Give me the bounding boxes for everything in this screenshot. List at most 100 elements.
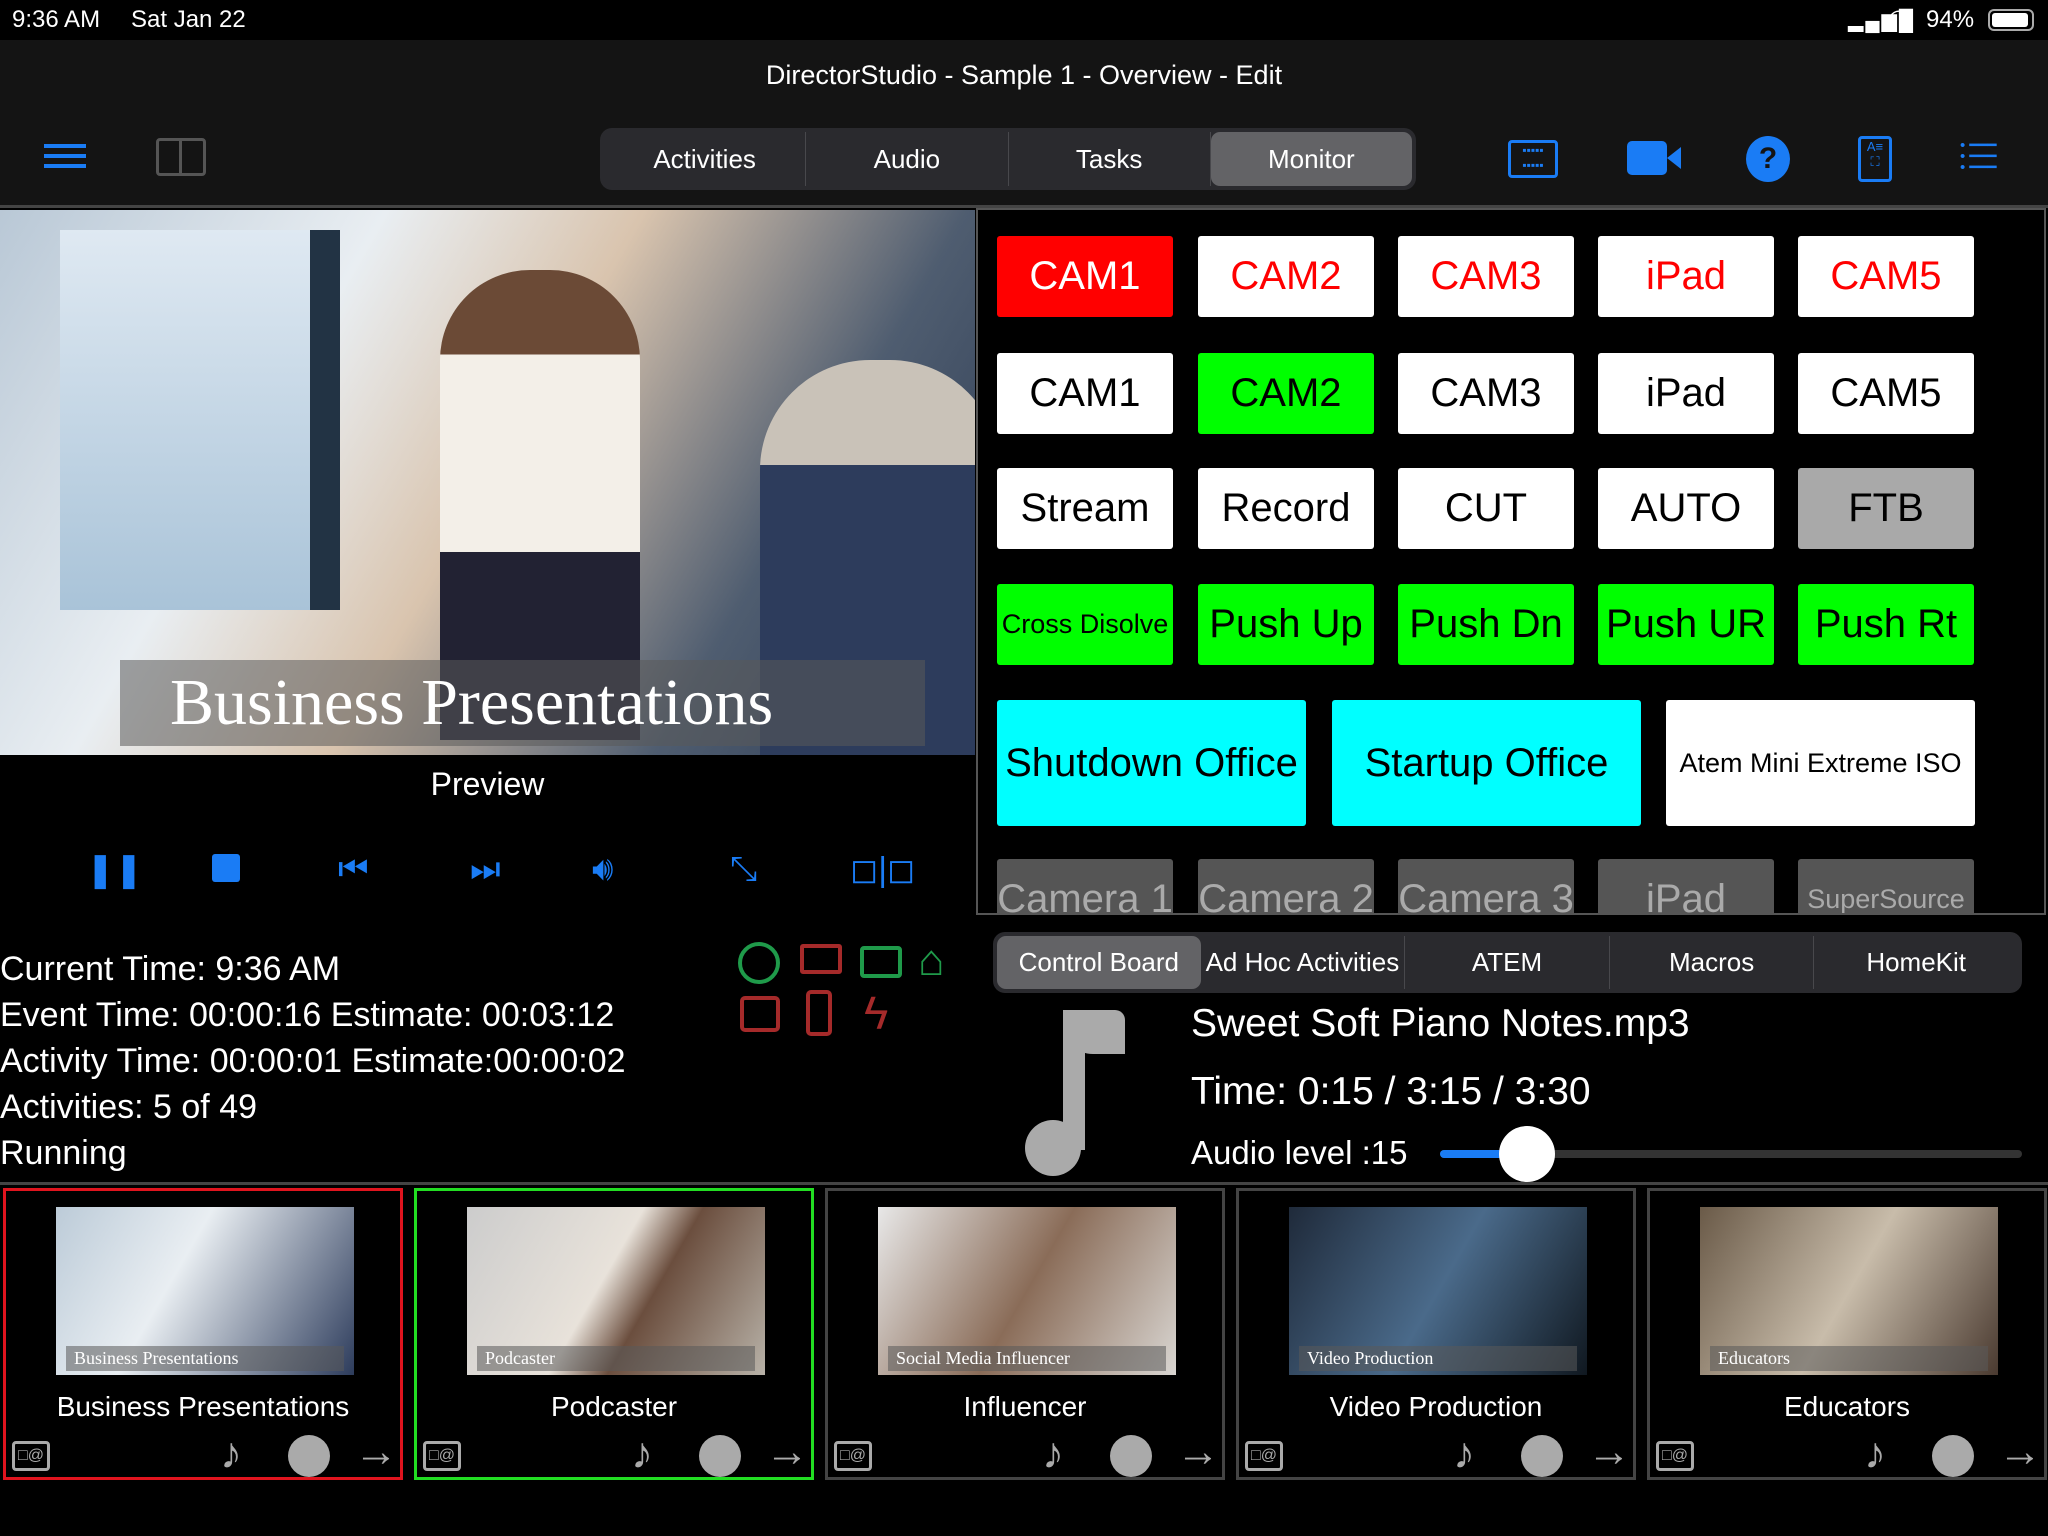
- airplay-icon[interactable]: □@: [1656, 1441, 1694, 1471]
- control-button-startup-office[interactable]: Startup Office: [1332, 700, 1641, 826]
- control-button-camera-3[interactable]: Camera 3: [1398, 859, 1574, 913]
- control-button-shutdown-office[interactable]: Shutdown Office: [997, 700, 1306, 826]
- tab-tasks[interactable]: Tasks: [1009, 132, 1211, 186]
- airplay-icon[interactable]: □@: [12, 1441, 50, 1471]
- hamburger-menu-icon[interactable]: [44, 144, 86, 168]
- split-view-icon[interactable]: [156, 138, 206, 176]
- subtab-ad-hoc-activities[interactable]: Ad Hoc Activities: [1201, 936, 1406, 989]
- activity-time: Activity Time: 00:00:01 Estimate:00:00:0…: [0, 1042, 626, 1080]
- control-button-cam1[interactable]: CAM1: [997, 353, 1173, 434]
- skip-forward-icon[interactable]: ⏭: [470, 850, 501, 889]
- airplay-icon[interactable]: □@: [423, 1441, 461, 1471]
- audio-level-label: Audio level :15: [1191, 1134, 1408, 1171]
- control-button-cam2[interactable]: CAM2: [1198, 236, 1374, 317]
- control-button-push-rt[interactable]: Push Rt: [1798, 584, 1974, 665]
- music-note-icon[interactable]: ♪: [220, 1429, 242, 1479]
- slider-knob[interactable]: [1499, 1126, 1556, 1182]
- timer-icon[interactable]: [1932, 1435, 1974, 1477]
- pause-icon[interactable]: ❚❚: [86, 850, 143, 890]
- remote-icon[interactable]: [806, 990, 832, 1036]
- next-arrow-icon[interactable]: →: [765, 1427, 809, 1477]
- skip-back-icon[interactable]: ⏮: [338, 850, 369, 889]
- control-button-stream[interactable]: Stream: [997, 468, 1173, 549]
- control-button-camera-1[interactable]: Camera 1: [997, 859, 1173, 913]
- presentation-screen: [60, 230, 340, 610]
- activity-name: Educators: [1783, 1391, 1911, 1422]
- next-arrow-icon[interactable]: →: [1587, 1427, 1631, 1477]
- music-note-icon[interactable]: ♪: [631, 1429, 653, 1479]
- control-button-cam5[interactable]: CAM5: [1798, 353, 1974, 434]
- control-button-camera-2[interactable]: Camera 2: [1198, 859, 1374, 913]
- airplay-icon[interactable]: □@: [1245, 1441, 1283, 1471]
- control-button-atem-mini-extreme-iso[interactable]: Atem Mini Extreme ISO: [1666, 700, 1975, 826]
- activity-card[interactable]: Video Production Video Production □@ ♪ →: [1236, 1188, 1636, 1480]
- control-button-cut[interactable]: CUT: [1398, 468, 1574, 549]
- control-button-record[interactable]: Record: [1198, 468, 1374, 549]
- subtab-homekit[interactable]: HomeKit: [1814, 936, 2018, 989]
- status-time: 9:36 AM: [12, 6, 101, 33]
- activity-name: Business Presentations: [56, 1391, 350, 1422]
- subtab-atem[interactable]: ATEM: [1405, 936, 1610, 989]
- music-note-icon[interactable]: ♪: [1453, 1429, 1475, 1479]
- thumbnail-caption: Business Presentations: [66, 1346, 344, 1371]
- atem-icon[interactable]: [740, 996, 780, 1032]
- music-note-icon[interactable]: ♪: [1042, 1429, 1064, 1479]
- list-icon[interactable]: • ━━━ • ━━━ • ━━━: [1960, 138, 2004, 175]
- run-state: Running: [0, 1134, 127, 1172]
- monitor-icon[interactable]: [800, 944, 842, 974]
- globe-icon[interactable]: [738, 942, 780, 984]
- activity-card[interactable]: Social Media Influencer Influencer □@ ♪ →: [825, 1188, 1225, 1480]
- control-button-push-dn[interactable]: Push Dn: [1398, 584, 1574, 665]
- keyboard-icon[interactable]: ▪▪▪▪▪ ▪▪▪▪▪: [1508, 140, 1558, 178]
- tab-activities[interactable]: Activities: [604, 132, 807, 186]
- tab-monitor[interactable]: Monitor: [1210, 132, 1412, 186]
- control-button-auto[interactable]: AUTO: [1598, 468, 1774, 549]
- control-button-cam3[interactable]: CAM3: [1398, 236, 1574, 317]
- divider: [0, 1182, 2048, 1185]
- next-arrow-icon[interactable]: →: [1176, 1427, 1220, 1477]
- subtab-macros[interactable]: Macros: [1610, 936, 1815, 989]
- control-button-supersource[interactable]: SuperSource: [1798, 859, 1974, 913]
- control-button-cross-disolve[interactable]: Cross Disolve: [997, 584, 1173, 665]
- keyboard-icon[interactable]: [860, 946, 902, 978]
- control-button-push-up[interactable]: Push Up: [1198, 584, 1374, 665]
- preview-video[interactable]: Business Presentations: [0, 210, 975, 755]
- activity-card[interactable]: Podcaster Podcaster □@ ♪ →: [414, 1188, 814, 1480]
- control-button-push-ur[interactable]: Push UR: [1598, 584, 1774, 665]
- event-info: Current Time: 9:36 AM Event Time: 00:00:…: [0, 946, 626, 1176]
- volume-icon[interactable]: 🔊︎: [592, 850, 613, 889]
- timer-icon[interactable]: [288, 1435, 330, 1477]
- control-button-ipad[interactable]: iPad: [1598, 353, 1774, 434]
- next-arrow-icon[interactable]: →: [1998, 1427, 2042, 1477]
- activity-card[interactable]: Educators Educators □@ ♪ →: [1647, 1188, 2047, 1480]
- music-note-icon[interactable]: ♪: [1864, 1429, 1886, 1479]
- control-button-cam5[interactable]: CAM5: [1798, 236, 1974, 317]
- timer-icon[interactable]: [699, 1435, 741, 1477]
- activity-name: Video Production: [1329, 1391, 1543, 1422]
- control-button-cam1[interactable]: CAM1: [997, 236, 1173, 317]
- stop-icon[interactable]: [212, 854, 240, 882]
- event-time: Event Time: 00:00:16 Estimate: 00:03:12: [0, 996, 615, 1034]
- lightning-icon[interactable]: ϟ: [864, 986, 888, 1040]
- control-button-cam3[interactable]: CAM3: [1398, 353, 1574, 434]
- control-button-ipad[interactable]: iPad: [1598, 236, 1774, 317]
- thumbnail-caption: Social Media Influencer: [888, 1346, 1166, 1371]
- split-icon[interactable]: ◻|◻: [850, 850, 915, 890]
- control-button-ftb[interactable]: FTB: [1798, 468, 1974, 549]
- id-card-icon[interactable]: A≡ ⛶: [1858, 136, 1892, 182]
- activity-name: Podcaster: [550, 1391, 678, 1422]
- video-camera-icon[interactable]: [1627, 141, 1681, 175]
- control-button-cam2[interactable]: CAM2: [1198, 353, 1374, 434]
- help-icon[interactable]: ?: [1746, 136, 1790, 182]
- subtab-control-board[interactable]: Control Board: [997, 936, 1201, 989]
- audio-level-slider[interactable]: [1440, 1126, 2022, 1182]
- homekit-icon[interactable]: ⌂: [918, 936, 945, 986]
- timer-icon[interactable]: [1521, 1435, 1563, 1477]
- fullscreen-icon[interactable]: ⤡: [730, 850, 757, 889]
- activity-card[interactable]: Business Presentations Business Presentat…: [3, 1188, 403, 1480]
- control-button-ipad[interactable]: iPad: [1598, 859, 1774, 913]
- airplay-icon[interactable]: □@: [834, 1441, 872, 1471]
- next-arrow-icon[interactable]: →: [354, 1427, 398, 1477]
- timer-icon[interactable]: [1110, 1435, 1152, 1477]
- tab-audio[interactable]: Audio: [806, 132, 1009, 186]
